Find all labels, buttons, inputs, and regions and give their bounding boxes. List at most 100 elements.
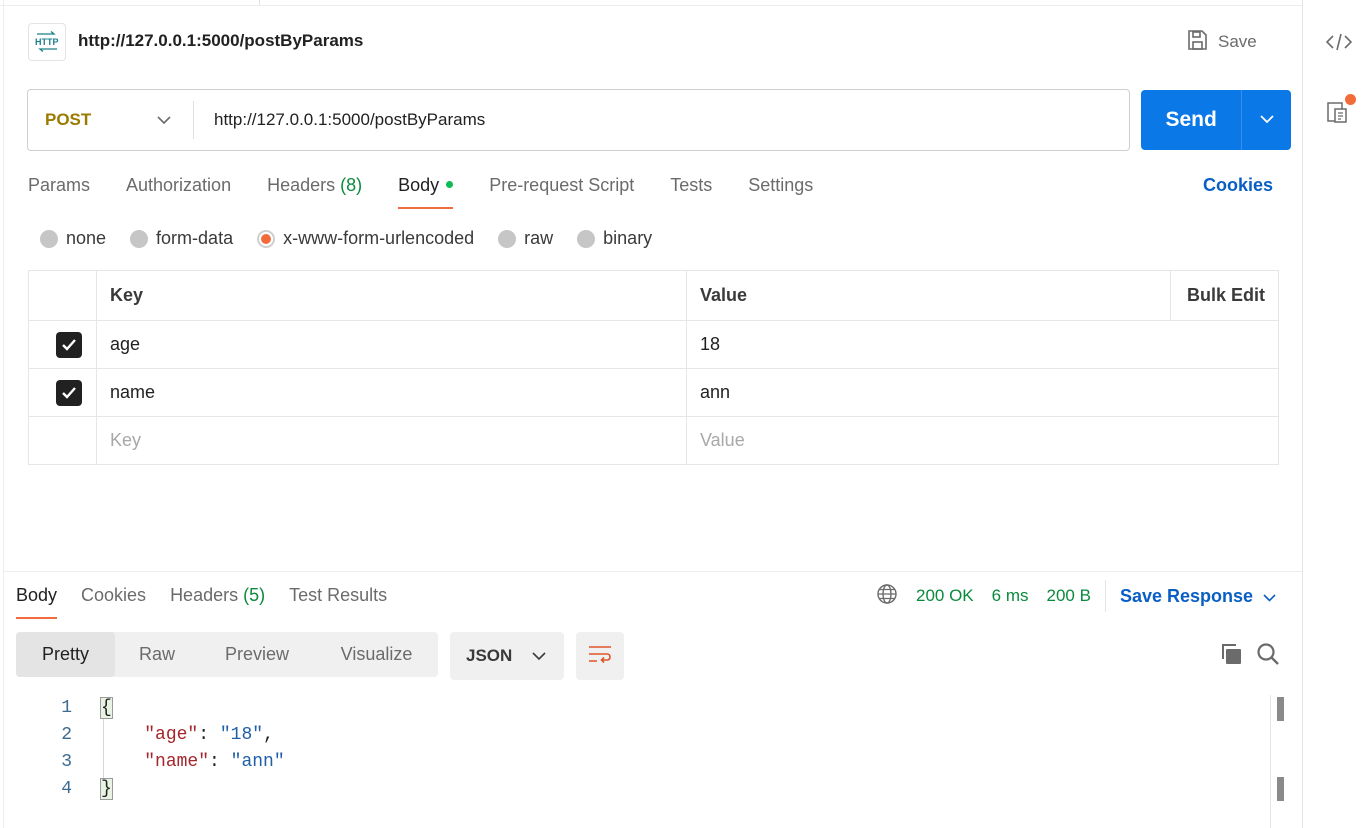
radio-label: form-data bbox=[156, 228, 234, 248]
response-time[interactable]: 6 ms bbox=[992, 586, 1029, 606]
radio-x-www-form-urlencoded[interactable]: x-www-form-urlencoded bbox=[257, 228, 474, 249]
tab-tests[interactable]: Tests bbox=[670, 175, 712, 209]
notification-badge bbox=[1345, 94, 1356, 105]
http-icon: HTTP bbox=[28, 23, 66, 61]
tab-strip-edge bbox=[0, 0, 1302, 6]
row-checkbox[interactable] bbox=[56, 379, 82, 406]
chevron-down-icon bbox=[1263, 586, 1276, 607]
view-raw[interactable]: Raw bbox=[115, 632, 199, 677]
check-icon bbox=[62, 338, 76, 351]
send-button[interactable]: Send bbox=[1141, 90, 1241, 150]
code-line: "age": "18", bbox=[144, 725, 274, 745]
save-response-label: Save Response bbox=[1119, 585, 1254, 606]
method-select[interactable]: POST bbox=[28, 101, 194, 139]
copy-icon[interactable] bbox=[1219, 642, 1243, 671]
json-open-brace: { bbox=[100, 697, 113, 719]
globe-icon[interactable] bbox=[876, 583, 898, 610]
body-indicator-dot bbox=[446, 180, 454, 188]
new-key-input[interactable]: Key bbox=[96, 416, 687, 465]
tab-authorization[interactable]: Authorization bbox=[126, 175, 231, 209]
json-comma: , bbox=[263, 725, 274, 745]
code-icon[interactable] bbox=[1325, 32, 1353, 57]
table-row: age 18 bbox=[28, 320, 1279, 369]
table-row-empty: Key Value bbox=[28, 416, 1279, 465]
view-visualize[interactable]: Visualize bbox=[315, 632, 438, 677]
response-tab-body[interactable]: Body bbox=[16, 585, 58, 619]
response-tab-cookies[interactable]: Cookies bbox=[81, 585, 146, 619]
wrap-lines-icon bbox=[588, 644, 612, 669]
save-response-button[interactable]: Save Response bbox=[1120, 586, 1276, 607]
save-label: Save bbox=[1218, 32, 1257, 51]
tab-body[interactable]: Body bbox=[398, 175, 454, 209]
bulk-edit-button[interactable]: Bulk Edit bbox=[1170, 270, 1279, 321]
view-preview[interactable]: Preview bbox=[199, 632, 315, 677]
search-icon[interactable] bbox=[1256, 642, 1280, 671]
table-row: name ann bbox=[28, 368, 1279, 417]
wrap-lines-button[interactable] bbox=[576, 632, 624, 680]
view-mode-selector: Pretty Raw Preview Visualize bbox=[16, 632, 438, 677]
radio-form-data[interactable]: form-data bbox=[130, 228, 233, 249]
svg-text:HTTP: HTTP bbox=[35, 37, 59, 47]
documentation-icon[interactable] bbox=[1326, 100, 1350, 129]
cookies-link[interactable]: Cookies bbox=[1203, 175, 1273, 196]
view-pretty[interactable]: Pretty bbox=[16, 632, 115, 677]
row-value[interactable]: 18 bbox=[686, 320, 1279, 369]
radio-label: x-www-form-urlencoded bbox=[283, 228, 475, 248]
tab-params[interactable]: Params bbox=[28, 175, 90, 209]
response-meta: 200 OK 6 ms 200 B Save Response bbox=[876, 580, 1276, 612]
row-key[interactable]: age bbox=[96, 320, 687, 369]
scrollbar-marker bbox=[1277, 697, 1284, 721]
tab-headers-label: Headers bbox=[267, 175, 336, 195]
table-header-row: Key Value Bulk Edit bbox=[28, 270, 1279, 321]
radio-label: binary bbox=[603, 228, 653, 248]
tab-headers-count: (8) bbox=[340, 175, 363, 195]
chevron-down-icon bbox=[532, 646, 546, 666]
radio-circle bbox=[498, 229, 517, 248]
json-value: "18" bbox=[219, 725, 264, 745]
radio-circle bbox=[577, 229, 596, 248]
status-code[interactable]: 200 OK bbox=[916, 586, 974, 606]
check-icon bbox=[62, 386, 76, 399]
new-value-input[interactable]: Value bbox=[686, 416, 1279, 465]
row-checkbox-cell bbox=[28, 416, 97, 465]
json-close-brace: } bbox=[100, 778, 113, 800]
response-size[interactable]: 200 B bbox=[1047, 586, 1091, 606]
tab-settings[interactable]: Settings bbox=[748, 175, 813, 209]
request-title[interactable]: http://127.0.0.1:5000/postByParams bbox=[78, 31, 363, 51]
response-tab-headers-label: Headers bbox=[170, 585, 239, 605]
header-value: Value bbox=[686, 270, 1171, 321]
radio-raw[interactable]: raw bbox=[498, 228, 553, 249]
url-bar: POST bbox=[27, 89, 1130, 151]
radio-binary[interactable]: binary bbox=[577, 228, 652, 249]
radio-none[interactable]: none bbox=[40, 228, 106, 249]
response-body-viewer[interactable]: 1 2 3 4 { "age": "18", "name": "ann" } bbox=[0, 695, 1270, 828]
response-tab-headers[interactable]: Headers (5) bbox=[170, 585, 265, 619]
format-label: JSON bbox=[466, 646, 513, 665]
code-line: "name": "ann" bbox=[144, 752, 285, 772]
code-line: } bbox=[100, 778, 113, 800]
body-type-options: none form-data x-www-form-urlencoded raw… bbox=[40, 228, 676, 249]
row-checkbox[interactable] bbox=[56, 331, 82, 358]
radio-circle-selected bbox=[257, 229, 276, 248]
radio-label: raw bbox=[524, 228, 554, 248]
header-checkbox-cell bbox=[28, 270, 97, 321]
meta-separator bbox=[1104, 580, 1106, 612]
row-value[interactable]: ann bbox=[686, 368, 1279, 417]
line-number: 4 bbox=[61, 779, 72, 799]
scrollbar-track[interactable] bbox=[1270, 695, 1271, 828]
response-tab-test-results[interactable]: Test Results bbox=[289, 585, 387, 619]
send-options-button[interactable] bbox=[1241, 90, 1291, 150]
row-checkbox-cell bbox=[28, 368, 97, 417]
response-divider[interactable] bbox=[3, 571, 1302, 572]
tab-pre-request-script[interactable]: Pre-request Script bbox=[489, 175, 634, 209]
json-key: "age" bbox=[144, 725, 199, 745]
format-select[interactable]: JSON bbox=[450, 632, 564, 680]
save-button[interactable]: Save bbox=[1186, 27, 1257, 57]
tab-headers[interactable]: Headers (8) bbox=[267, 175, 362, 209]
tab-strip-separator bbox=[259, 0, 260, 5]
url-input[interactable] bbox=[194, 99, 1129, 141]
radio-label: none bbox=[66, 228, 107, 248]
line-number: 2 bbox=[61, 725, 72, 745]
row-key[interactable]: name bbox=[96, 368, 687, 417]
chevron-down-icon bbox=[157, 110, 171, 130]
